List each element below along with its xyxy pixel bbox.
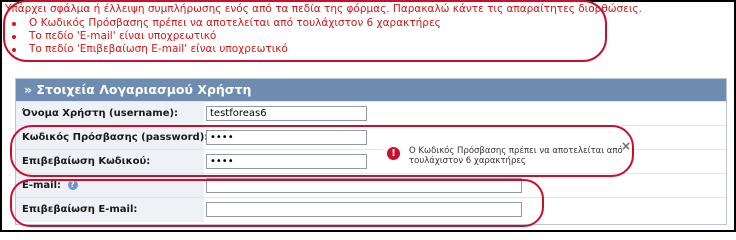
password-confirm-input[interactable] (206, 154, 367, 169)
email-confirm-input[interactable] (206, 202, 522, 217)
password-input[interactable] (206, 130, 367, 145)
error-summary-header: Υπάρχει σφάλμα ή έλλειψη συμπλήρωσης ενό… (5, 3, 642, 15)
validation-tooltip: ! Ο Κωδικός Πρόσβασης πρέπει να αποτελεί… (383, 140, 633, 171)
help-icon[interactable]: ? (67, 180, 78, 190)
label-password-text: Κωδικός Πρόσβασης (password): (22, 132, 209, 143)
error-item-email: Το πεδίο 'E-mail' είναι υποχρεωτικό (9, 30, 441, 43)
email-input[interactable] (206, 178, 522, 193)
username-input[interactable] (206, 106, 367, 121)
label-email-text: E-mail: (22, 180, 62, 191)
error-item-email-confirm: Το πεδίο 'Επιβεβαίωση E-mail' είναι υποχ… (9, 43, 441, 56)
row-username: Όνομα Χρήστη (username): (16, 101, 726, 126)
label-password-confirm: Επιβεβαίωση Κωδικού: (16, 150, 204, 174)
error-list: Ο Κωδικός Πρόσβασης πρέπει να αποτελείτα… (9, 17, 441, 56)
error-icon: ! (387, 147, 400, 160)
row-email: E-mail: ? (16, 173, 726, 198)
panel-header: » Στοιχεία Λογαριασμού Χρήστη (16, 79, 726, 101)
error-item-password: Ο Κωδικός Πρόσβασης πρέπει να αποτελείτα… (9, 17, 441, 30)
tooltip-text: Ο Κωδικός Πρόσβασης πρέπει να αποτελείτα… (409, 146, 623, 166)
label-username: Όνομα Χρήστη (username): (16, 102, 204, 126)
label-password: Κωδικός Πρόσβασης (password): ? (16, 126, 225, 150)
row-email-confirm: Επιβεβαίωση E-mail: (16, 197, 726, 222)
label-email-confirm: Επιβεβαίωση E-mail: (16, 198, 204, 222)
label-email: E-mail: ? (16, 174, 204, 198)
close-icon[interactable]: × (621, 140, 631, 152)
panel-title: » Στοιχεία Λογαριασμού Χρήστη (24, 82, 252, 97)
